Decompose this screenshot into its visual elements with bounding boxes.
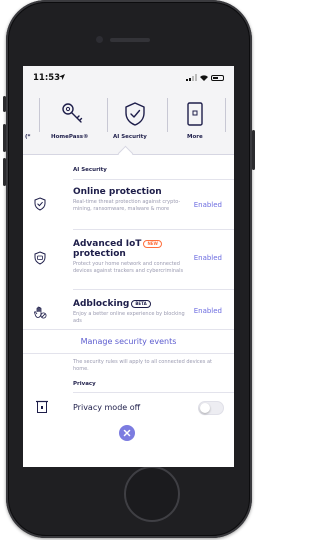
status-time: 11:53: [33, 73, 61, 83]
adblocking-desc: Enjoy a better online experience by bloc…: [73, 311, 185, 324]
signal-icon: [186, 74, 197, 81]
status-bar: 11:53: [23, 66, 234, 88]
tab-divider: [39, 98, 40, 132]
advanced-iot-status[interactable]: Enabled: [194, 254, 222, 262]
close-button[interactable]: [119, 425, 135, 441]
phone-device-icon: [187, 102, 203, 126]
home-button[interactable]: [124, 466, 180, 522]
manage-security-events-link[interactable]: Manage security events: [23, 337, 234, 346]
online-protection-title[interactable]: Online protection: [73, 187, 162, 197]
adblocking-status[interactable]: Enabled: [194, 307, 222, 315]
tab-more[interactable]: More: [171, 88, 221, 154]
tab-partial[interactable]: (*: [23, 88, 37, 154]
advanced-iot-title[interactable]: Advanced IoT NEW protection: [73, 239, 162, 259]
divider: [73, 392, 234, 393]
tab-more-label: More: [187, 134, 203, 140]
divider: [23, 353, 234, 354]
shield-check-icon: [34, 197, 46, 211]
online-protection-status[interactable]: Enabled: [194, 201, 222, 209]
divider: [73, 179, 234, 180]
front-camera: [96, 36, 103, 43]
close-icon: [123, 429, 131, 437]
location-arrow-icon: [59, 74, 65, 80]
keys-icon: [62, 103, 83, 123]
status-icons: [186, 74, 224, 81]
volume-up-button: [3, 124, 6, 152]
tab-divider: [225, 98, 226, 132]
toggle-knob: [200, 403, 210, 413]
feature-tabs: (* HomePass® AI Security More: [23, 88, 234, 155]
privacy-section-title: Privacy: [73, 381, 96, 387]
new-badge: NEW: [143, 239, 162, 248]
hand-block-icon: [34, 306, 47, 319]
adblocking-title[interactable]: Adblocking BETA: [73, 299, 151, 309]
online-protection-desc: Real-time threat protection against cryp…: [73, 199, 181, 212]
tab-partial-label: (*: [25, 134, 31, 140]
tab-homepass-label: HomePass®: [51, 134, 89, 140]
tab-homepass[interactable]: HomePass®: [47, 88, 99, 154]
shield-iot-icon: [34, 251, 46, 265]
wifi-icon: [200, 74, 208, 81]
volume-down-button: [3, 158, 6, 186]
section-title: AI Security: [73, 167, 107, 173]
privacy-mode-label: Privacy mode off: [73, 403, 141, 412]
tab-divider: [107, 98, 108, 132]
tab-ai-security-label: AI Security: [113, 134, 147, 140]
divider: [73, 229, 234, 230]
divider: [23, 329, 234, 330]
privacy-mode-toggle[interactable]: [198, 401, 224, 415]
earpiece-speaker: [110, 38, 150, 42]
shield-check-icon: [125, 102, 145, 126]
mute-switch: [3, 96, 6, 112]
divider: [73, 289, 234, 290]
advanced-iot-desc: Protect your home network and connected …: [73, 261, 184, 274]
privacy-door-icon: [36, 400, 48, 413]
advanced-iot-title-line1: Advanced IoT: [73, 239, 142, 249]
security-footnote: The security rules will apply to all con…: [73, 359, 212, 372]
adblocking-title-text: Adblocking: [73, 299, 130, 309]
power-button: [252, 130, 255, 170]
tab-ai-security[interactable]: AI Security: [109, 88, 163, 154]
advanced-iot-title-line2: protection: [73, 249, 126, 259]
tab-divider: [167, 98, 168, 132]
beta-badge: BETA: [131, 299, 151, 308]
app-screen: 11:53 (* HomePass® AI Security More AI S…: [23, 66, 234, 467]
battery-icon: [211, 74, 224, 81]
